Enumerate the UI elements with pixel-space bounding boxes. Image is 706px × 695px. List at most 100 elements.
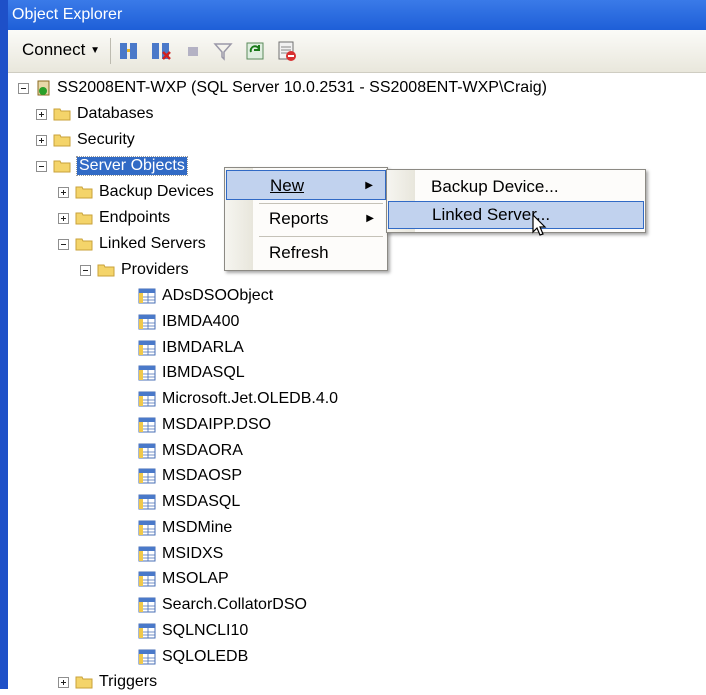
tree-node-provider[interactable]: IBMDARLA [138, 335, 244, 361]
expand-icon[interactable] [36, 108, 47, 120]
menu-item-reports-label: Reports [269, 209, 329, 228]
provider-icon [138, 391, 156, 407]
menu-item-backup-device[interactable]: Backup Device... [388, 172, 644, 202]
tree-node-server-objects[interactable]: Server Objects [36, 153, 188, 179]
tree-node-provider[interactable]: MSDAOSP [138, 463, 242, 489]
object-explorer-tree: SS2008ENT-WXP (SQL Server 10.0.2531 - SS… [8, 73, 706, 690]
triggers-label: Triggers [99, 673, 158, 690]
tree-node-provider[interactable]: MSIDXS [138, 541, 223, 567]
refresh-icon[interactable] [242, 38, 268, 64]
context-menu: New ▶ Reports ▶ Refresh [224, 167, 388, 271]
tree-node-provider[interactable]: MSDAIPP.DSO [138, 412, 271, 438]
provider-icon [138, 288, 156, 304]
window-left-border [0, 0, 8, 689]
tree-node-server[interactable]: SS2008ENT-WXP (SQL Server 10.0.2531 - SS… [18, 75, 547, 101]
provider-label: MSDMine [162, 518, 233, 536]
connect-object-explorer-icon[interactable] [116, 38, 142, 64]
backup-devices-label: Backup Devices [99, 183, 214, 200]
title-bar: Object Explorer [8, 0, 706, 30]
tree-node-linked-servers[interactable]: Linked Servers [58, 231, 232, 257]
folder-icon [75, 186, 93, 199]
submenu-arrow-icon: ▶ [366, 213, 374, 224]
window-title: Object Explorer [12, 6, 123, 23]
tree-node-endpoints[interactable]: Endpoints [58, 205, 170, 231]
tree-node-provider[interactable]: SQLOLEDB [138, 644, 248, 670]
menu-item-reports[interactable]: Reports ▶ [226, 204, 386, 234]
provider-label: MSDAORA [162, 441, 243, 459]
activity-monitor-icon[interactable] [274, 38, 300, 64]
expand-icon[interactable] [58, 186, 69, 198]
folder-icon [75, 212, 93, 225]
menu-item-new-label: New [270, 176, 305, 195]
expand-icon[interactable] [58, 212, 69, 224]
provider-label: Microsoft.Jet.OLEDB.4.0 [162, 390, 339, 407]
tree-node-providers[interactable]: Providers [80, 257, 232, 283]
tree-node-provider[interactable]: MSDASQL [138, 489, 240, 515]
provider-label: IBMDASQL [162, 364, 245, 382]
provider-icon [138, 468, 156, 484]
folder-icon [53, 160, 71, 173]
tree-node-provider[interactable]: MSOLAP [138, 566, 229, 592]
collapse-icon[interactable] [58, 238, 69, 250]
tree-node-provider[interactable]: MSDMine [138, 515, 232, 541]
provider-label: SQLOLEDB [162, 647, 249, 665]
tree-node-provider[interactable]: MSDAORA [138, 438, 243, 464]
provider-icon [138, 520, 156, 536]
security-label: Security [77, 131, 135, 148]
tree-node-triggers[interactable]: Triggers [58, 669, 157, 695]
toolbar-separator [110, 38, 111, 64]
tree-node-provider[interactable]: IBMDASQL [138, 360, 245, 386]
menu-item-new[interactable]: New ▶ [226, 170, 386, 200]
endpoints-label: Endpoints [99, 209, 171, 226]
provider-icon [138, 314, 156, 330]
folder-icon [53, 134, 71, 147]
provider-label: Search.CollatorDSO [162, 596, 307, 613]
databases-label: Databases [77, 105, 154, 122]
collapse-icon[interactable] [36, 160, 47, 172]
provider-icon [138, 443, 156, 458]
tree-node-provider[interactable]: ADsDSOObject [138, 283, 273, 309]
object-explorer-window: Object Explorer Connect ▼ SS2008ENT-WXP … [0, 0, 706, 690]
providers-label: Providers [121, 261, 189, 278]
menu-item-refresh-label: Refresh [269, 243, 329, 262]
submenu-arrow-icon: ▶ [365, 180, 373, 191]
tree-node-provider[interactable]: IBMDA400 [138, 309, 239, 335]
provider-label: MSDAOSP [162, 467, 243, 485]
menu-item-refresh[interactable]: Refresh [226, 238, 386, 268]
tree-node-provider[interactable]: SQLNCLI10 [138, 618, 248, 644]
folder-icon [97, 264, 115, 277]
server-icon [37, 80, 50, 96]
new-submenu: Backup Device... Linked Server... [386, 169, 646, 233]
folder-icon [75, 676, 93, 689]
menu-separator [259, 236, 383, 237]
server-objects-label: Server Objects [76, 156, 188, 176]
stop-icon[interactable] [180, 38, 206, 64]
provider-label: MSOLAP [162, 570, 229, 588]
provider-icon [138, 365, 156, 381]
provider-icon [138, 623, 156, 639]
connect-label: Connect [22, 40, 86, 59]
collapse-icon[interactable] [18, 82, 29, 94]
folder-icon [75, 238, 93, 251]
provider-label: IBMDARLA [162, 338, 244, 356]
filter-icon[interactable] [210, 38, 236, 64]
disconnect-icon[interactable] [148, 38, 174, 64]
provider-icon [138, 571, 156, 587]
expand-icon[interactable] [58, 676, 69, 688]
connect-button[interactable]: Connect ▼ [22, 40, 100, 60]
provider-icon [138, 494, 156, 510]
menu-item-linked-server[interactable]: Linked Server... [388, 201, 644, 229]
tree-node-backup-devices[interactable]: Backup Devices [58, 179, 232, 205]
provider-icon [138, 546, 156, 561]
dropdown-arrow-icon: ▼ [90, 45, 100, 56]
expand-icon[interactable] [36, 134, 47, 146]
tree-node-security[interactable]: Security [36, 127, 135, 153]
provider-icon [138, 597, 156, 613]
tree-node-databases[interactable]: Databases [36, 101, 154, 127]
provider-icon [138, 417, 156, 433]
provider-label: MSIDXS [162, 544, 224, 562]
tree-node-provider[interactable]: Microsoft.Jet.OLEDB.4.0 [138, 386, 338, 412]
provider-label: IBMDA400 [162, 312, 240, 330]
tree-node-provider[interactable]: Search.CollatorDSO [138, 592, 307, 618]
collapse-icon[interactable] [80, 264, 91, 276]
